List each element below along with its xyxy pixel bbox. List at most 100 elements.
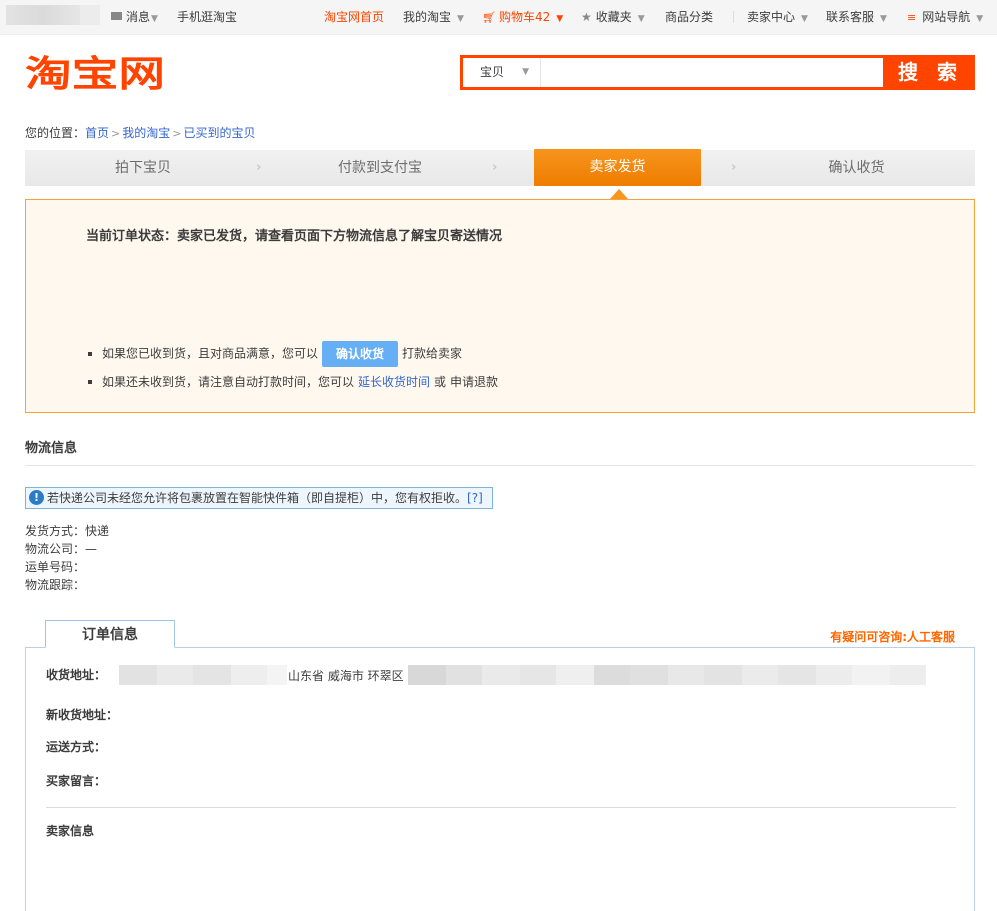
section-divider bbox=[46, 807, 956, 808]
search-type-label: 宝贝 bbox=[480, 65, 505, 79]
user-nickname-blurred[interactable] bbox=[6, 5, 80, 25]
breadcrumb-home[interactable]: 首页 bbox=[85, 126, 109, 140]
my-taobao-menu[interactable]: 我的淘宝 ▼ bbox=[403, 9, 464, 25]
section-divider bbox=[25, 465, 975, 466]
info-icon: ! bbox=[29, 490, 44, 505]
chevron-right-icon: › bbox=[731, 160, 737, 175]
taobao-logo[interactable]: 淘宝网 bbox=[25, 53, 167, 93]
address-redacted bbox=[852, 665, 890, 685]
address-redacted bbox=[157, 665, 193, 685]
cart-menu[interactable]: 🛒︎ 购物车42 ▼ bbox=[482, 9, 563, 25]
chevron-down-icon: ▼ bbox=[637, 14, 645, 24]
address-redacted bbox=[193, 665, 231, 685]
status-tip-received: 如果您已收到货，且对商品满意，您可以 确认收货 打款给卖家 bbox=[88, 341, 462, 367]
search-button[interactable]: 搜 索 bbox=[883, 58, 972, 87]
buyer-message-label: 买家留言： bbox=[46, 774, 107, 788]
star-icon: ★ bbox=[581, 10, 592, 24]
cart-count: 42 bbox=[534, 10, 551, 24]
seller-info-title: 卖家信息 bbox=[46, 824, 95, 838]
step-seller-shipped: 卖家发货 bbox=[534, 149, 701, 186]
tab-order-info[interactable]: 订单信息 bbox=[45, 620, 175, 648]
search-bar: 宝贝 ▼ 搜 索 bbox=[460, 55, 975, 90]
logistics-tracking: 物流跟踪： bbox=[25, 578, 86, 592]
step-place-order: 拍下宝贝 bbox=[115, 160, 171, 176]
chevron-down-icon: ▼ bbox=[457, 14, 464, 24]
cart-label: 购物车 bbox=[498, 10, 535, 24]
waybill-number: 运单号码： bbox=[25, 560, 86, 574]
address-redacted bbox=[742, 665, 778, 685]
chevron-right-icon: > bbox=[172, 127, 182, 140]
tip-not-received-text: 如果还未收到货，请注意自动打款时间，您可以 bbox=[102, 375, 355, 389]
logistics-title: 物流信息 bbox=[25, 441, 78, 456]
status-tip-not-received: 如果还未收到货，请注意自动打款时间，您可以 延长收货时间或申请退款 bbox=[88, 373, 498, 390]
chevron-down-icon: ▼ bbox=[151, 14, 158, 24]
user-nickname-blurred-tail bbox=[80, 5, 100, 25]
chevron-right-icon: › bbox=[492, 160, 498, 175]
order-info-panel: 收货地址： 山东省 威海市 环翠区 新收货地址： 运送方式： 买家留言： 卖家信… bbox=[25, 647, 975, 911]
new-address-label: 新收货地址： bbox=[46, 708, 119, 722]
order-status-panel: 当前订单状态：卖家已发货，请查看页面下方物流信息了解宝贝寄送情况 如果您已收到货… bbox=[25, 199, 975, 413]
chevron-down-icon: ▼ bbox=[976, 14, 984, 24]
mail-icon bbox=[111, 12, 122, 20]
address-redacted bbox=[778, 665, 816, 685]
categories-link[interactable]: 商品分类 bbox=[665, 9, 713, 25]
search-type-select[interactable]: 宝贝 ▼ bbox=[463, 58, 541, 87]
site-nav-menu[interactable]: ≡ 网站导航 ▼ bbox=[907, 9, 983, 25]
seller-center-menu[interactable]: 卖家中心 ▼ bbox=[747, 9, 808, 25]
topbar-divider bbox=[733, 11, 734, 23]
or-text: 或 bbox=[434, 375, 447, 389]
site-nav-label: 网站导航 bbox=[922, 10, 971, 24]
confirm-receipt-button[interactable]: 确认收货 bbox=[322, 341, 399, 367]
apply-refund-link[interactable]: 申请退款 bbox=[450, 375, 498, 389]
bullet-icon bbox=[88, 351, 92, 356]
customer-service-menu[interactable]: 联系客服 ▼ bbox=[826, 9, 887, 25]
chevron-down-icon: ▼ bbox=[556, 14, 564, 24]
chevron-right-icon: > bbox=[111, 127, 121, 140]
breadcrumb-prefix: 您的位置： bbox=[25, 126, 86, 140]
address-redacted bbox=[816, 665, 852, 685]
address-redacted bbox=[446, 665, 482, 685]
address-redacted bbox=[668, 665, 704, 685]
taobao-home-link[interactable]: 淘宝网首页 bbox=[324, 9, 384, 25]
search-input[interactable] bbox=[542, 58, 886, 87]
breadcrumb-bought-items[interactable]: 已买到的宝贝 bbox=[183, 126, 255, 140]
extend-receipt-time-link[interactable]: 延长收货时间 bbox=[358, 375, 430, 389]
customer-service-link[interactable]: 有疑问可咨询:人工客服 bbox=[830, 628, 955, 645]
address-redacted bbox=[482, 665, 520, 685]
logo-text: 淘宝网 bbox=[25, 54, 165, 93]
address-redacted bbox=[630, 665, 668, 685]
seller-center-label: 卖家中心 bbox=[747, 10, 796, 24]
messages-label: 消息 bbox=[126, 10, 151, 24]
active-step-pointer bbox=[610, 189, 628, 199]
mobile-taobao-link[interactable]: 手机逛淘宝 bbox=[177, 9, 237, 25]
address-redacted bbox=[556, 665, 594, 685]
address-redacted bbox=[408, 665, 446, 685]
address-redacted bbox=[594, 665, 630, 685]
order-status-title: 当前订单状态：卖家已发货，请查看页面下方物流信息了解宝贝寄送情况 bbox=[86, 229, 503, 244]
bullet-icon bbox=[88, 380, 92, 384]
ship-method: 发货方式：快递 bbox=[25, 524, 110, 538]
messages-link[interactable]: 消息▼ bbox=[111, 9, 158, 25]
favorites-menu[interactable]: ★ 收藏夹 ▼ bbox=[581, 9, 645, 25]
top-bar: 消息▼ 手机逛淘宝 淘宝网首页 我的淘宝 ▼ 🛒︎ 购物车42 ▼ ★ 收藏夹 ▼ 商品分… bbox=[0, 0, 997, 35]
my-taobao-label: 我的淘宝 bbox=[403, 10, 452, 24]
chevron-down-icon: ▼ bbox=[801, 14, 808, 24]
chevron-down-icon: ▼ bbox=[880, 14, 887, 24]
menu-icon: ≡ bbox=[907, 11, 917, 24]
order-progress-steps: 拍下宝贝 › 付款到支付宝 › 卖家发货 › 确认收货 bbox=[25, 149, 975, 186]
customer-service-label: 联系客服 bbox=[826, 10, 875, 24]
breadcrumb-my-taobao[interactable]: 我的淘宝 bbox=[122, 126, 170, 140]
notice-help-link[interactable]: [?] bbox=[467, 491, 483, 505]
address-label: 收货地址： bbox=[46, 668, 107, 682]
tip-received-text: 如果您已收到货，且对商品满意，您可以 bbox=[102, 346, 319, 361]
breadcrumb: 您的位置：首页 > 我的淘宝 > 已买到的宝贝 bbox=[25, 124, 256, 141]
favorites-label: 收藏夹 bbox=[595, 10, 632, 24]
address-visible-text: 山东省 威海市 环翠区 bbox=[288, 669, 404, 683]
address-redacted bbox=[267, 665, 287, 685]
chevron-down-icon: ▼ bbox=[522, 67, 529, 77]
address-redacted bbox=[704, 665, 742, 685]
cart-icon: 🛒︎ bbox=[482, 11, 496, 24]
address-redacted bbox=[231, 665, 267, 685]
notice-text: 若快递公司未经您允许将包裹放置在智能快件箱（即自提柜）中，您有权拒收。 bbox=[47, 491, 468, 505]
address-redacted bbox=[890, 665, 926, 685]
